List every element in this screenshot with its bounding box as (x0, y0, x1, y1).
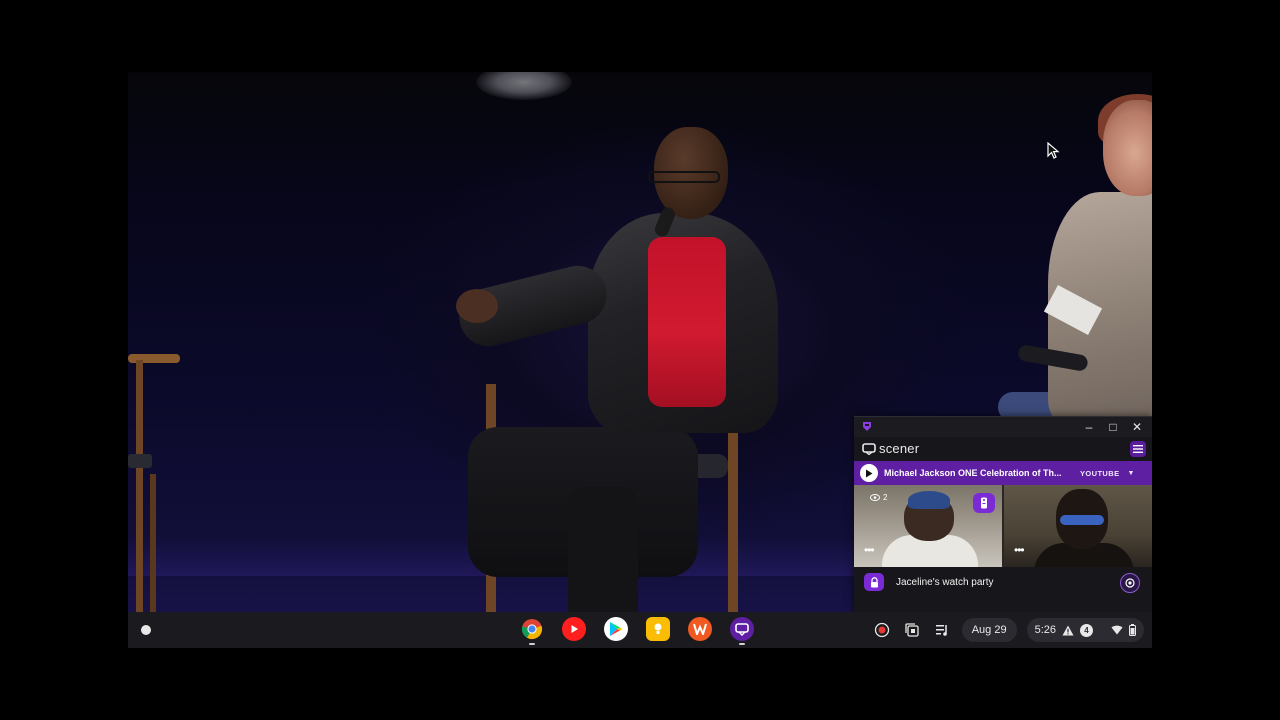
clipboard-button[interactable] (902, 620, 922, 640)
now-playing-bar[interactable]: Michael Jackson ONE Celebration of Th...… (854, 461, 1152, 485)
shelf: Aug 29 5:26 4 (128, 612, 1152, 648)
playlist-icon (935, 625, 947, 636)
scener-titlebar[interactable]: – □ ✕ (854, 417, 1152, 437)
remote-icon (981, 497, 987, 509)
clipboard-icon (905, 623, 919, 637)
room-name: Jaceline's watch party (896, 576, 994, 588)
pinned-apps (520, 617, 754, 645)
lock-icon[interactable] (864, 573, 884, 591)
eye-icon (870, 494, 880, 501)
mouse-cursor-icon (1047, 142, 1060, 159)
chrome-icon (521, 619, 543, 640)
warning-icon (1062, 625, 1074, 635)
target-icon (1125, 578, 1135, 588)
camera-feeds: 2 ••• ••• (854, 485, 1152, 567)
keep-app-icon[interactable] (646, 617, 670, 641)
play-store-icon (610, 622, 623, 636)
viewer-count-text: 2 (883, 493, 888, 502)
padlock-glyph (870, 576, 878, 587)
scener-icon (735, 622, 749, 636)
room-bar: Jaceline's watch party (854, 567, 1152, 597)
scener-window: – □ ✕ scener Michael Jackson ONE Celebra… (854, 416, 1152, 613)
scener-logo: scener (862, 441, 919, 456)
seated-woman (988, 94, 1152, 422)
wps-office-app-icon[interactable] (688, 617, 712, 641)
notification-badge: 4 (1080, 623, 1093, 637)
date-pill[interactable]: Aug 29 (961, 618, 1017, 642)
scener-app-icon (863, 422, 871, 431)
camera-2-options-button[interactable]: ••• (1014, 543, 1025, 557)
keep-icon (654, 623, 662, 634)
source-label[interactable]: YOUTUBE (1080, 469, 1119, 478)
youtube-icon (571, 625, 578, 633)
launcher-icon (141, 625, 151, 635)
maximize-button[interactable]: □ (1104, 419, 1122, 435)
scener-header: scener (854, 437, 1152, 461)
close-button[interactable]: ✕ (1128, 419, 1146, 435)
speaker-man (453, 127, 788, 648)
viewer-count: 2 (870, 493, 887, 502)
room-settings-button[interactable] (1120, 573, 1140, 593)
play-icon (866, 469, 873, 477)
scener-logo-icon (862, 442, 876, 455)
system-status-pill[interactable]: 5:26 4 (1026, 618, 1144, 642)
camera-1-options-button[interactable]: ••• (864, 543, 875, 557)
chrome-app-icon[interactable] (520, 617, 544, 645)
screen-record-button[interactable] (872, 620, 892, 640)
left-chair (128, 354, 180, 612)
status-tray: Aug 29 5:26 4 (872, 618, 1144, 642)
remote-control-button[interactable] (973, 493, 995, 513)
scener-logo-text: scener (879, 441, 920, 456)
chevron-down-icon[interactable]: ▼ (1127, 470, 1134, 477)
time-text: 5:26 (1034, 624, 1056, 636)
camera-feed-2[interactable] (1004, 485, 1152, 567)
hamburger-icon (1133, 445, 1143, 453)
screen: – □ ✕ scener Michael Jackson ONE Celebra… (128, 72, 1152, 648)
battery-icon (1129, 624, 1136, 636)
wifi-icon (1111, 625, 1123, 635)
now-playing-title: Michael Jackson ONE Celebration of Th... (884, 468, 1062, 478)
launcher-button[interactable] (138, 622, 154, 638)
play-store-app-icon[interactable] (604, 617, 628, 641)
youtube-app-icon[interactable] (562, 617, 586, 641)
scener-app-shelf-icon[interactable] (730, 617, 754, 645)
w-icon (693, 623, 707, 635)
date-text: Aug 29 (971, 624, 1007, 636)
record-icon (874, 622, 889, 638)
stage-light (476, 72, 572, 100)
play-button[interactable] (860, 464, 878, 482)
media-controls-button[interactable] (932, 620, 952, 640)
menu-button[interactable] (1130, 441, 1146, 457)
minimize-button[interactable]: – (1080, 419, 1098, 435)
